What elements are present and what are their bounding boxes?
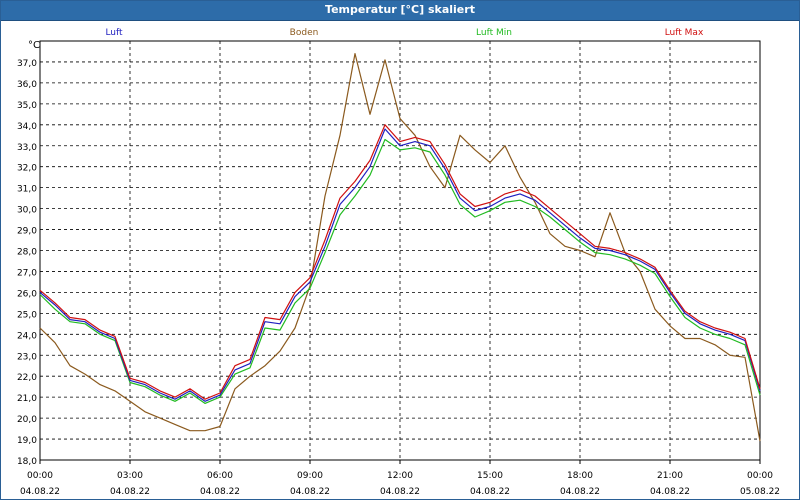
x-tick-time: 21:00 (657, 471, 683, 481)
y-tick-label: 35,0 (17, 101, 37, 111)
x-tick-time: 06:00 (207, 471, 233, 481)
y-tick-label: 24,0 (17, 331, 37, 341)
y-tick-label: 25,0 (17, 310, 37, 320)
x-tick-date: 05.08.22 (740, 487, 780, 497)
y-tick-label: 30,0 (17, 206, 37, 216)
x-tick-date: 04.08.22 (290, 487, 330, 497)
chart-window: Temperatur [°C] skaliert 18,0 19,0 20,0 21,… (0, 0, 800, 500)
y-tick-label: 26,0 (17, 289, 37, 299)
x-tick-time: 00:00 (27, 471, 53, 481)
x-tick-time: 12:00 (387, 471, 413, 481)
y-tick-label: 21,0 (17, 394, 37, 404)
x-tick-date: 04.08.22 (20, 487, 60, 497)
y-tick-label: 18,0 (17, 457, 37, 467)
x-tick-time: 15:00 (477, 471, 503, 481)
y-tick-label: 22,0 (17, 373, 37, 383)
x-tick-time: 18:00 (567, 471, 593, 481)
y-tick-label: 20,0 (17, 415, 37, 425)
x-tick-time: 09:00 (297, 471, 323, 481)
y-tick-label: 31,0 (17, 185, 37, 195)
x-tick-date: 04.08.22 (200, 487, 240, 497)
x-tick-time: 03:00 (117, 471, 143, 481)
x-tick-date: 04.08.22 (470, 487, 510, 497)
y-tick-label: 19,0 (17, 436, 37, 446)
x-tick-date: 04.08.22 (650, 487, 690, 497)
y-tick-label: 37,0 (17, 59, 37, 69)
x-tick-time: 00:00 (747, 471, 773, 481)
legend-boden: Boden (290, 28, 319, 38)
x-tick-date: 04.08.22 (560, 487, 600, 497)
y-tick-label: 33,0 (17, 143, 37, 153)
x-tick-date: 04.08.22 (110, 487, 150, 497)
y-tick-label: 23,0 (17, 352, 37, 362)
y-tick-label: 27,0 (17, 268, 37, 278)
y-tick-label: 34,0 (17, 122, 37, 132)
temperature-chart: 18,0 19,0 20,0 21,0 22,0 23,0 24,0 25,0 26,0 27,0… (17, 28, 780, 497)
legend-luft-min: Luft Min (476, 28, 512, 38)
x-tick-date: 04.08.22 (380, 487, 420, 497)
y-unit-label: °C (28, 40, 40, 51)
y-tick-label: 32,0 (17, 164, 37, 174)
y-tick-label: 28,0 (17, 248, 37, 258)
y-tick-label: 29,0 (17, 227, 37, 237)
legend-luft: Luft (105, 28, 123, 38)
y-tick-label: 36,0 (17, 80, 37, 90)
legend-luft-max: Luft Max (665, 28, 704, 38)
